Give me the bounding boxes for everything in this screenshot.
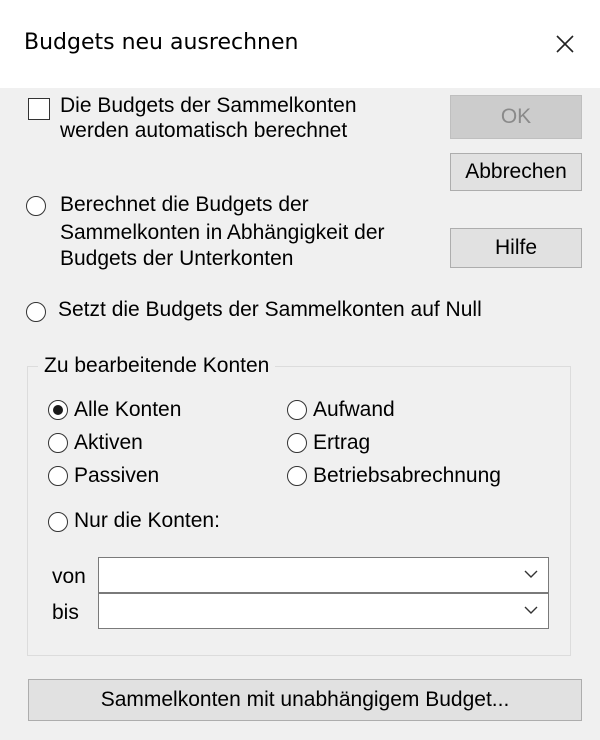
independent-budget-button[interactable]: Sammelkonten mit unabhängigem Budget... (28, 679, 582, 721)
help-button[interactable]: Hilfe (450, 228, 582, 268)
budget-recalc-dialog: Budgets neu ausrechnen Die Budgets der S… (0, 0, 600, 740)
radio-calculate[interactable] (26, 196, 46, 216)
radio-operating-label: Betriebsabrechnung (313, 464, 501, 487)
auto-calc-label-line1: Die Budgets der Sammelkonten (60, 94, 357, 117)
independent-budget-button-label: Sammelkonten mit unabhängigem Budget... (100, 688, 510, 711)
radio-liabilities[interactable] (48, 466, 68, 486)
radio-calculate-label-line1: Berechnet die Budgets der (60, 193, 309, 216)
cancel-button-label: Abbrechen (465, 160, 567, 183)
radio-liabilities-label: Passiven (74, 464, 160, 487)
chevron-down-icon (524, 570, 538, 578)
ok-button-label: OK (500, 105, 532, 128)
radio-only-accounts-label: Nur die Konten: (74, 509, 220, 532)
chevron-down-icon (524, 606, 538, 614)
to-label: bis (52, 601, 79, 624)
radio-only-accounts[interactable] (48, 512, 68, 532)
radio-income-label: Ertrag (313, 431, 371, 454)
auto-calc-checkbox[interactable] (28, 98, 50, 120)
cancel-button[interactable]: Abbrechen (450, 153, 582, 191)
radio-expense-label: Aufwand (313, 398, 395, 421)
radio-all-accounts-label: Alle Konten (74, 398, 182, 421)
dialog-title: Budgets neu ausrechnen (24, 30, 299, 55)
from-label: von (52, 565, 86, 588)
from-account-combobox[interactable] (98, 557, 549, 593)
radio-calculate-label-line2: Sammelkonten in Abhängigkeit der (60, 221, 385, 244)
auto-calc-label-line2: werden automatisch berechnet (60, 119, 348, 142)
close-button[interactable] (530, 0, 600, 88)
radio-expense[interactable] (287, 400, 307, 420)
radio-set-zero-label: Setzt die Budgets der Sammelkonten auf N… (58, 298, 482, 321)
radio-assets-label: Aktiven (74, 431, 143, 454)
title-bar: Budgets neu ausrechnen (0, 0, 600, 88)
radio-all-accounts[interactable] (48, 400, 68, 420)
radio-calculate-label-line3: Budgets der Unterkonten (60, 247, 294, 270)
radio-operating[interactable] (287, 466, 307, 486)
ok-button[interactable]: OK (450, 95, 582, 139)
radio-set-zero[interactable] (26, 302, 46, 322)
accounts-group-legend: Zu bearbeitende Konten (38, 354, 276, 378)
radio-income[interactable] (287, 433, 307, 453)
radio-assets[interactable] (48, 433, 68, 453)
to-account-combobox[interactable] (98, 593, 549, 629)
help-button-label: Hilfe (494, 236, 537, 259)
close-icon (556, 35, 574, 53)
